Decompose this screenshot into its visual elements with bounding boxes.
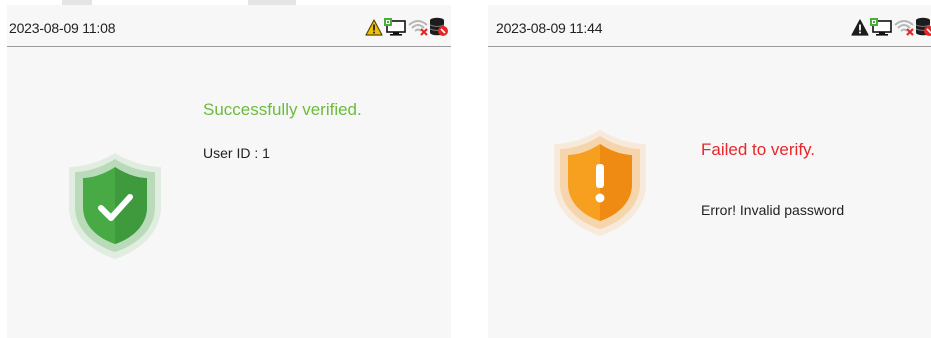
- verification-result-title: Successfully verified.: [203, 100, 362, 119]
- server-disconnected-icon: [429, 17, 448, 36]
- warning-triangle-icon: [365, 18, 383, 36]
- server-disconnected-icon: [915, 17, 931, 36]
- status-datetime: 2023-08-09 11:08: [9, 20, 116, 36]
- shield-check-icon: [69, 153, 161, 259]
- verification-failed-screen: 2023-08-09 11:44 Failed to verify. Error…: [488, 5, 931, 338]
- error-message-text: Error! Invalid password: [701, 202, 845, 218]
- verification-result-title: Failed to verify.: [701, 140, 816, 159]
- status-icons: [851, 17, 931, 37]
- verification-success-screen: 2023-08-09 11:08 Successfully verified. …: [7, 5, 451, 338]
- shield-exclamation-icon: [554, 130, 646, 236]
- warning-triangle-icon: [851, 18, 869, 36]
- wifi-disconnected-icon: [408, 20, 428, 36]
- status-datetime: 2023-08-09 11:44: [496, 20, 603, 36]
- network-connected-icon: [870, 18, 892, 36]
- status-bar: 2023-08-09 11:44: [488, 5, 931, 47]
- status-icons: [365, 17, 449, 37]
- user-id-text: User ID : 1: [203, 145, 270, 161]
- status-bar: 2023-08-09 11:08: [7, 5, 451, 47]
- wifi-disconnected-icon: [894, 20, 914, 36]
- network-connected-icon: [384, 18, 406, 36]
